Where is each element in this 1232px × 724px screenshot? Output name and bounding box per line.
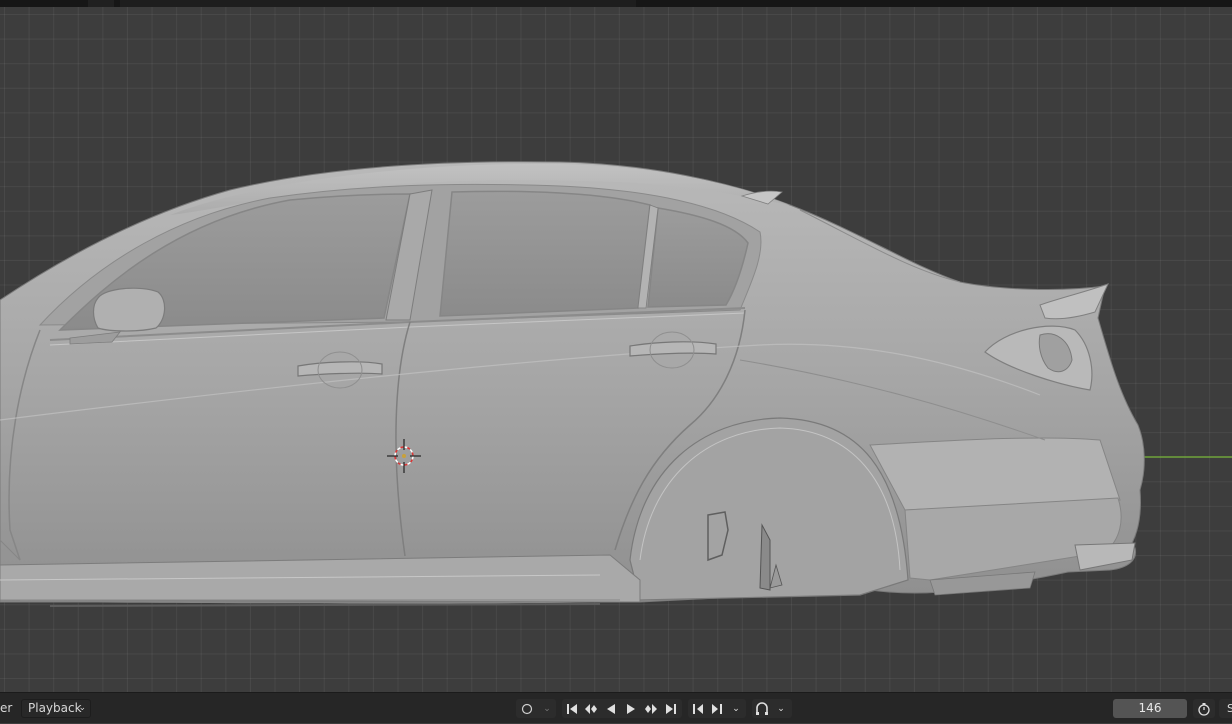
prev-keyframe-icon[interactable] (582, 699, 600, 718)
chevron-down-icon: ⌄ (78, 703, 86, 713)
prev-interp-icon[interactable] (689, 699, 707, 718)
stopwatch-icon (1195, 699, 1213, 718)
rear-door-handle (629, 341, 717, 357)
front-door-handle (297, 361, 383, 377)
jump-to-end-icon[interactable] (662, 699, 680, 718)
play-reverse-icon[interactable] (602, 699, 620, 718)
top-header-bar (0, 0, 1232, 7)
side-mirror (92, 287, 166, 332)
chevron-down-icon[interactable]: ⌄ (772, 699, 790, 718)
keying-group: ⌄ (752, 699, 792, 718)
next-keyframe-icon[interactable] (642, 699, 660, 718)
playback-menu-label: Playback (28, 701, 82, 715)
keyframe-jump-group: ⌄ (688, 699, 746, 718)
header-tab[interactable] (88, 0, 114, 7)
play-icon[interactable] (622, 699, 640, 718)
chevron-down-icon[interactable]: ⌄ (727, 699, 745, 718)
timeline-header: er Playback ⌄ ⌄ ⌄ ⌄ 146 S (0, 692, 1232, 723)
current-frame-field[interactable]: 146 (1113, 699, 1187, 718)
record-icon[interactable] (518, 699, 536, 718)
header-tab-active[interactable] (120, 0, 636, 7)
editor-menu-label[interactable]: er (0, 693, 12, 724)
chevron-down-icon[interactable]: ⌄ (538, 699, 556, 718)
rear-window (439, 190, 651, 317)
stopwatch-button[interactable] (1193, 699, 1215, 718)
3d-viewport[interactable] (0, 7, 1232, 692)
jump-to-start-icon[interactable] (563, 699, 581, 718)
next-interp-icon[interactable] (708, 699, 726, 718)
playback-menu[interactable]: Playback ⌄ (21, 699, 91, 718)
record-group: ⌄ (516, 699, 556, 718)
keying-icon[interactable] (753, 699, 771, 718)
transport-controls (562, 699, 682, 718)
start-frame-field[interactable]: S (1219, 699, 1232, 718)
start-frame-label: S (1227, 702, 1232, 715)
car-model-render (0, 161, 1232, 607)
